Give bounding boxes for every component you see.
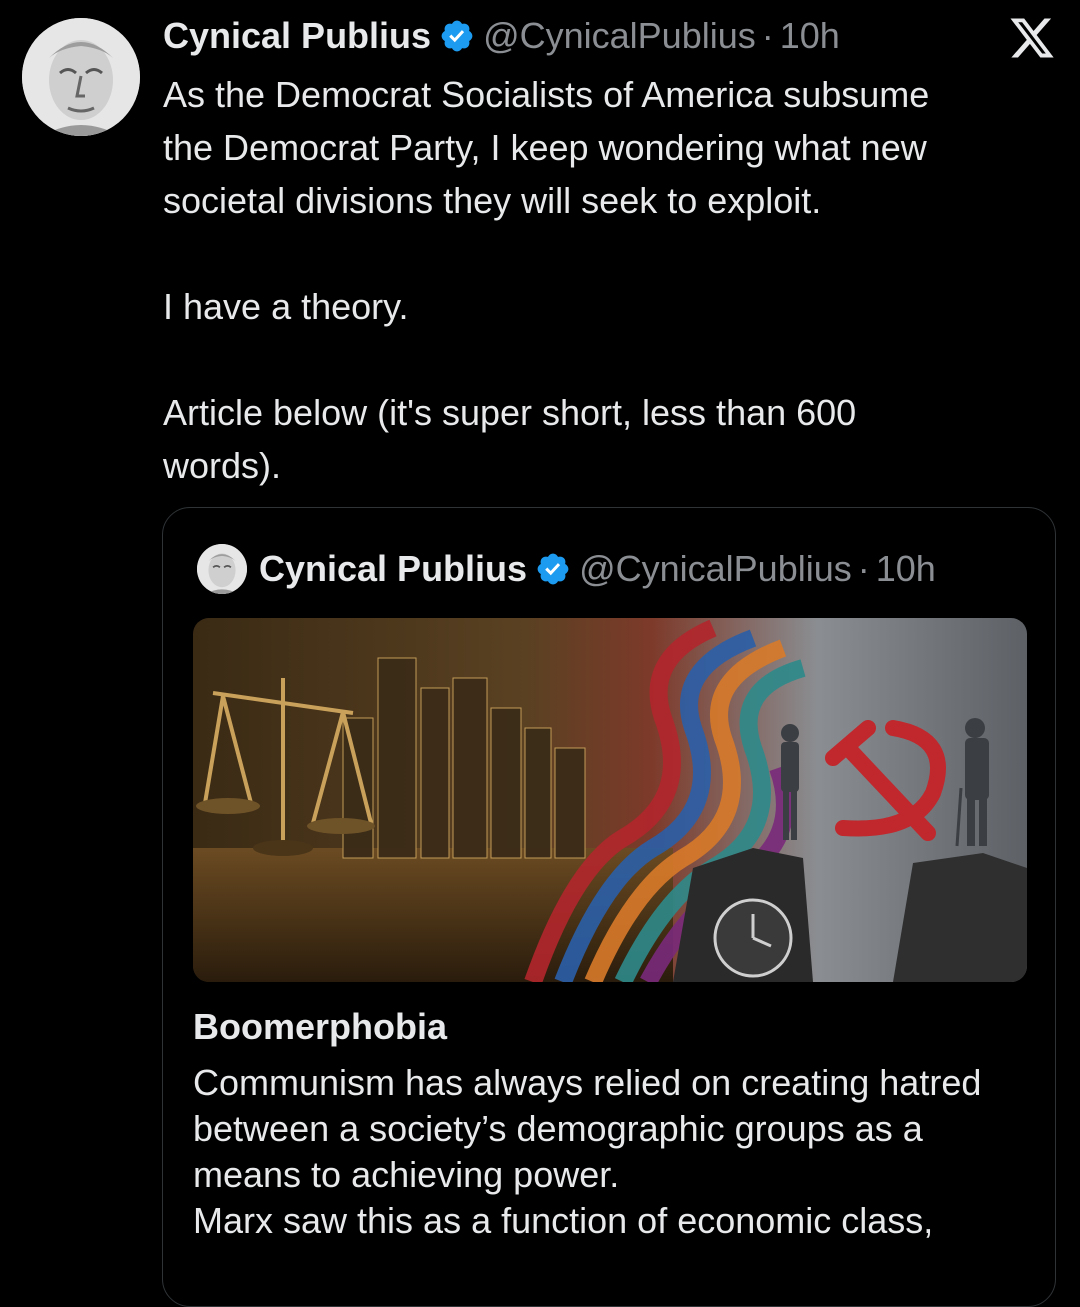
tweet-body-line: societal divisions they will seek to exp… bbox=[163, 180, 822, 221]
article-preview: Communism has always relied on creating … bbox=[193, 1060, 1043, 1244]
tweet-timestamp[interactable]: 10h bbox=[780, 15, 840, 57]
quoted-author-avatar bbox=[197, 544, 247, 594]
verified-badge-icon bbox=[439, 18, 475, 54]
separator-dot: · bbox=[761, 15, 774, 56]
tweet-header: Cynical Publius @CynicalPublius · 10h bbox=[163, 14, 840, 58]
article-preview-line: Marx saw this as a function of economic … bbox=[193, 1200, 934, 1241]
tweet-body: As the Democrat Socialists of America su… bbox=[163, 68, 1063, 492]
article-title[interactable]: Boomerphobia bbox=[193, 1006, 447, 1048]
tweet-body-line: words). bbox=[163, 445, 282, 486]
verified-badge-icon bbox=[535, 551, 571, 587]
article-preview-line: means to achieving power. bbox=[193, 1154, 620, 1195]
quoted-tweet-card[interactable]: Cynical Publius @CynicalPublius · 10h Bo… bbox=[162, 507, 1056, 1307]
x-logo-icon bbox=[1008, 14, 1056, 62]
tweet-body-line: As the Democrat Socialists of America su… bbox=[163, 74, 930, 115]
article-preview-line: between a society’s demographic groups a… bbox=[193, 1108, 923, 1149]
quoted-timestamp: 10h bbox=[875, 548, 936, 589]
author-name[interactable]: Cynical Publius bbox=[163, 15, 431, 57]
article-cover-image[interactable] bbox=[193, 618, 1027, 982]
quoted-author-name: Cynical Publius bbox=[259, 548, 528, 589]
quoted-author-handle: @CynicalPublius bbox=[579, 548, 852, 589]
author-avatar[interactable] bbox=[22, 18, 140, 136]
separator-dot: · bbox=[857, 548, 870, 589]
author-handle[interactable]: @CynicalPublius bbox=[483, 15, 756, 57]
quoted-tweet-header: Cynical Publius @CynicalPublius · 10h bbox=[197, 544, 936, 594]
tweet-body-line: the Democrat Party, I keep wondering wha… bbox=[163, 127, 927, 168]
article-preview-line: Communism has always relied on creating … bbox=[193, 1062, 982, 1103]
tweet-body-line: Article below (it's super short, less th… bbox=[163, 392, 857, 433]
tweet-body-line: I have a theory. bbox=[163, 286, 409, 327]
